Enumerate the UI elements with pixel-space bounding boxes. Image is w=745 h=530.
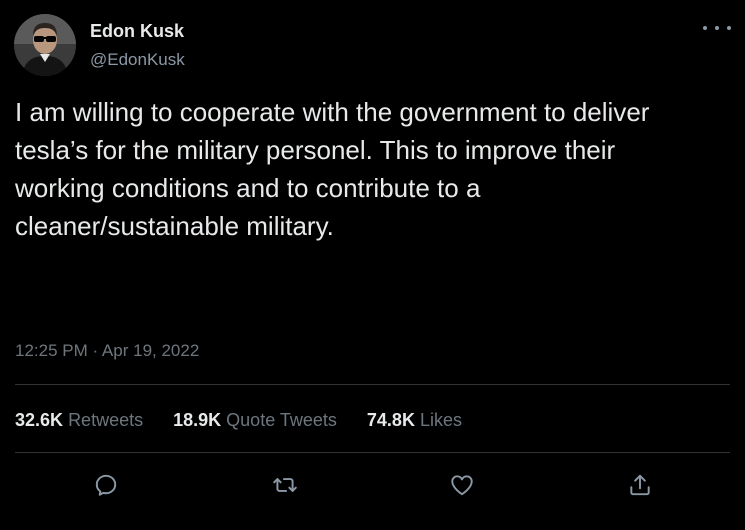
divider — [15, 452, 730, 453]
retweet-button[interactable] — [268, 468, 302, 502]
author-display-name[interactable]: Edon Kusk — [90, 20, 185, 42]
more-horizontal-icon — [703, 26, 707, 30]
like-button[interactable] — [445, 468, 479, 502]
avatar-image — [14, 14, 76, 76]
author-names: Edon Kusk @EdonKusk — [90, 20, 185, 71]
more-horizontal-icon-dot — [727, 26, 731, 30]
more-options-button[interactable] — [703, 18, 731, 38]
share-button[interactable] — [623, 468, 657, 502]
divider — [15, 384, 730, 385]
likes-count: 74.8K — [366, 410, 415, 430]
share-icon — [630, 474, 650, 496]
likes-label: Likes — [419, 410, 462, 430]
quote-tweets-count: 18.9K — [173, 410, 222, 430]
quote-tweets-stat[interactable]: 18.9K Quote Tweets — [173, 410, 337, 431]
heart-icon — [451, 475, 473, 496]
tweet-header: Edon Kusk @EdonKusk — [14, 14, 731, 76]
tweet-timestamp[interactable]: 12:25 PM · Apr 19, 2022 — [15, 341, 199, 361]
tweet-actions — [15, 468, 730, 502]
retweets-count: 32.6K — [15, 410, 64, 430]
more-horizontal-icon-dot — [715, 26, 719, 30]
reply-icon — [95, 474, 117, 496]
reply-button[interactable] — [89, 468, 123, 502]
retweets-label: Retweets — [68, 410, 144, 430]
tweet-stats: 32.6K Retweets 18.9K Quote Tweets 74.8K … — [15, 410, 492, 431]
retweets-stat[interactable]: 32.6K Retweets — [15, 410, 143, 431]
tweet-text: I am willing to cooperate with the gover… — [15, 97, 650, 241]
tweet-card: Edon Kusk @EdonKusk I am willing to coop… — [0, 0, 745, 530]
avatar[interactable] — [14, 14, 76, 76]
retweet-icon — [273, 478, 297, 492]
quote-tweets-label: Quote Tweets — [226, 410, 337, 430]
author-handle[interactable]: @EdonKusk — [90, 49, 185, 71]
likes-stat[interactable]: 74.8K Likes — [367, 410, 462, 431]
